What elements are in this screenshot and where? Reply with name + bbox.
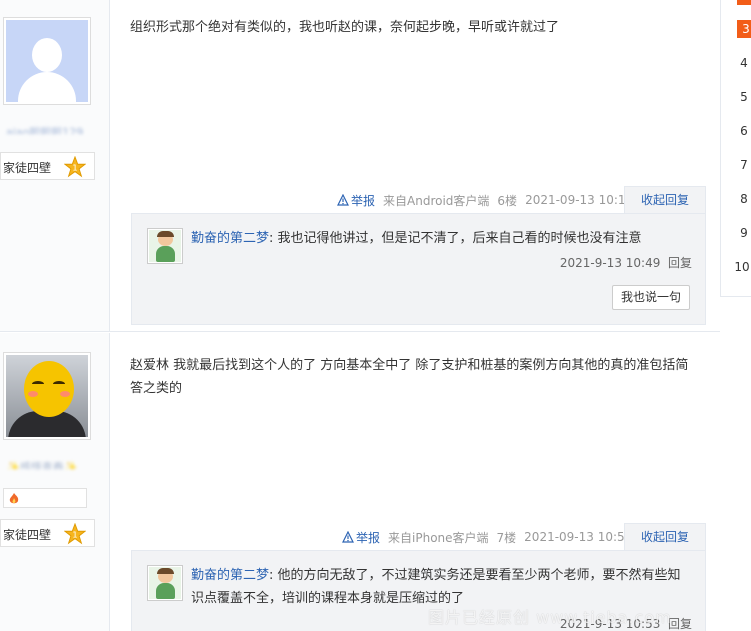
level-name: 家徒四壁	[3, 528, 52, 542]
report-label: 举报	[356, 530, 381, 545]
fire-icon	[9, 492, 19, 503]
collapse-replies-button[interactable]: 收起回复	[624, 523, 706, 551]
client-source: 来自Android客户端	[383, 193, 490, 208]
pager-top-marker	[737, 0, 751, 5]
pager-item[interactable]: 6	[735, 122, 751, 140]
add-comment-button[interactable]: 我也说一句	[612, 285, 690, 310]
pager-item[interactable]: 4	[735, 54, 751, 72]
reply-item: 勤奋的第二梦: 我也记得他讲过，但是记不清了，后来自己看的时候也没有注意 202…	[147, 228, 692, 288]
user-avatar[interactable]	[3, 352, 91, 440]
reply-link[interactable]: 回复	[668, 256, 692, 270]
level-badge[interactable]: 家徒四壁 1	[0, 519, 95, 547]
pager-item[interactable]: 9	[735, 224, 751, 242]
author-panel: ✨感悟青春✨ 家徒四壁 1	[0, 333, 110, 631]
svg-text:1: 1	[72, 530, 77, 540]
reply-body: 我也记得他讲过，但是记不清了，后来自己看的时候也没有注意	[277, 231, 642, 246]
post-content: 组织形式那个绝对有类似的，我也听赵的课，奈何起步晚，早听或许就过了	[130, 20, 560, 35]
pager-item[interactable]: 7	[735, 156, 751, 174]
watermark: 图片已经原创 www.tieba.com	[428, 608, 672, 627]
warning-icon	[342, 531, 354, 543]
default-avatar-icon	[6, 20, 88, 102]
reply-meta: 2021-9-13 10:49 回复	[560, 254, 692, 271]
emoji-avatar-icon	[6, 355, 88, 437]
post-time: 2021-09-13 10:52	[524, 530, 633, 544]
level-star-icon: 1	[64, 156, 86, 178]
report-link[interactable]: 举报	[342, 529, 380, 546]
reply-username[interactable]: 勤奋的第二梦	[191, 231, 269, 246]
pager-item[interactable]: 5	[735, 88, 751, 106]
pager-item[interactable]: 8	[735, 190, 751, 208]
post-tail: 举报 来自Android客户端 6楼 2021-09-13 10:14	[337, 187, 633, 213]
reply-username[interactable]: 勤奋的第二梦	[191, 568, 269, 583]
reply-text: 勤奋的第二梦: 我也记得他讲过，但是记不清了，后来自己看的时候也没有注意	[191, 231, 642, 246]
username[interactable]: aiao啦啦啦129	[6, 124, 86, 134]
pager-item-active[interactable]: 3	[737, 20, 751, 38]
post-floor-6: aiao啦啦啦129 家徒四壁 1 组织形式那个绝对有类似的，我也听赵的课，奈何…	[0, 0, 720, 332]
warning-icon	[337, 194, 349, 206]
level-star-icon: 1	[64, 523, 86, 545]
level-name: 家徒四壁	[3, 161, 52, 175]
reply-avatar[interactable]	[147, 565, 183, 601]
svg-text:1: 1	[72, 163, 77, 173]
user-avatar[interactable]	[3, 17, 91, 105]
pager-item[interactable]: 10	[733, 258, 751, 276]
collapse-replies-button[interactable]: 收起回复	[624, 186, 706, 214]
user-avatar-icon	[149, 567, 181, 599]
report-label: 举报	[351, 193, 376, 208]
reply-avatar[interactable]	[147, 228, 183, 264]
post-tail: 举报 来自iPhone客户端 7楼 2021-09-13 10:52	[342, 524, 632, 550]
fire-badge[interactable]	[3, 488, 87, 508]
user-avatar-icon	[149, 230, 181, 262]
floor-number: 7楼	[496, 530, 517, 545]
post-time: 2021-09-13 10:14	[525, 193, 634, 207]
post-floor-7: ✨感悟青春✨ 家徒四壁 1 赵爱林 我就最后找到这个人的了 方向基本全中了 除了…	[0, 333, 720, 631]
floor-pager: 3 4 5 6 7 8 9 10	[720, 0, 751, 297]
level-badge[interactable]: 家徒四壁 1	[0, 152, 95, 180]
author-panel: aiao啦啦啦129 家徒四壁 1	[0, 0, 110, 331]
post-content: 赵爱林 我就最后找到这个人的了 方向基本全中了 除了支护和桩基的案例方向其他的真…	[130, 358, 689, 396]
username[interactable]: ✨感悟青春✨	[6, 459, 86, 469]
reply-list: 勤奋的第二梦: 我也记得他讲过，但是记不清了，后来自己看的时候也没有注意 202…	[131, 213, 706, 325]
report-link[interactable]: 举报	[337, 192, 375, 209]
client-source: 来自iPhone客户端	[388, 530, 489, 545]
reply-time: 2021-9-13 10:49	[559, 256, 661, 270]
floor-number: 6楼	[497, 193, 518, 208]
